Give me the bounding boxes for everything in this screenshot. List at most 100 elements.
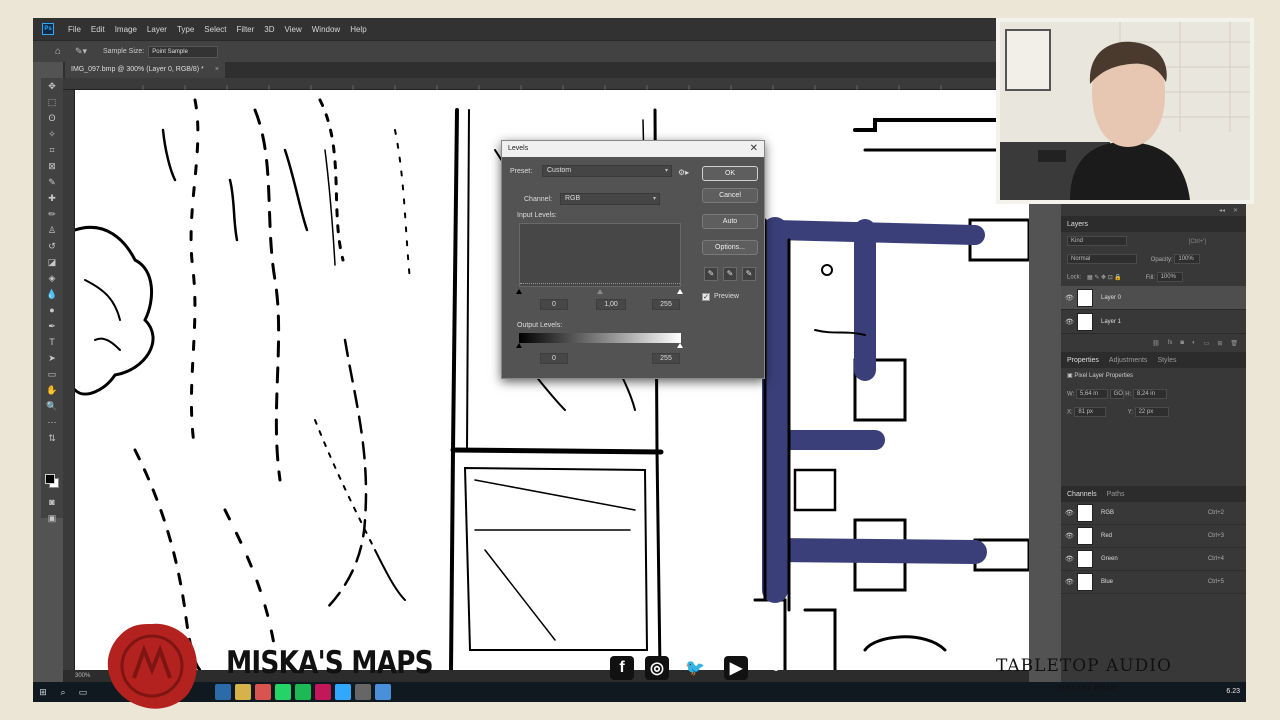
- preset-select[interactable]: Custom ▾: [542, 165, 672, 177]
- black-point-eyedropper-icon[interactable]: ✎: [704, 267, 718, 281]
- healing-brush-tool-icon[interactable]: ✚: [41, 190, 63, 206]
- output-black-field[interactable]: 0: [540, 353, 568, 364]
- channel-row[interactable]: 👁 Green Ctrl+4: [1061, 548, 1246, 571]
- width-field[interactable]: 5,64 in: [1075, 389, 1108, 399]
- history-brush-tool-icon[interactable]: ↺: [41, 238, 63, 254]
- opacity-field[interactable]: 100%: [1174, 254, 1201, 264]
- tab-channels[interactable]: Channels: [1067, 491, 1097, 498]
- layer-row[interactable]: 👁 Layer 1: [1061, 310, 1246, 334]
- zoom-level[interactable]: 300%: [75, 673, 90, 679]
- ok-button[interactable]: OK: [702, 166, 758, 181]
- visibility-eye-icon[interactable]: 👁: [1065, 509, 1077, 517]
- input-black-field[interactable]: 0: [540, 299, 568, 310]
- channel-row[interactable]: 👁 RGB Ctrl+2: [1061, 502, 1246, 525]
- gray-point-eyedropper-icon[interactable]: ✎: [723, 267, 737, 281]
- visibility-eye-icon[interactable]: 👁: [1065, 318, 1077, 326]
- sample-size-select[interactable]: Point Sample: [148, 45, 219, 58]
- tab-adjustments[interactable]: Adjustments: [1109, 357, 1148, 364]
- file-explorer-icon[interactable]: [235, 684, 251, 700]
- layer-row[interactable]: 👁 Layer 0: [1061, 286, 1246, 310]
- lasso-tool-icon[interactable]: ʘ: [41, 110, 63, 126]
- new-layer-icon[interactable]: ⊞: [1217, 340, 1222, 347]
- fill-field[interactable]: 100%: [1156, 272, 1183, 282]
- preset-options-gear-icon[interactable]: ⚙▸: [678, 168, 689, 177]
- new-group-icon[interactable]: ▭: [1204, 340, 1210, 347]
- visibility-eye-icon[interactable]: 👁: [1065, 532, 1077, 540]
- height-field[interactable]: 8,24 in: [1132, 389, 1167, 399]
- tab-layers[interactable]: Layers: [1067, 221, 1088, 228]
- link-layers-icon[interactable]: ⛓: [1152, 340, 1160, 347]
- output-white-slider[interactable]: [677, 343, 683, 348]
- move-tool-icon[interactable]: ✥: [41, 78, 63, 94]
- windows-start-icon[interactable]: ⊞: [33, 682, 53, 702]
- more-tools-icon[interactable]: ⋯: [41, 414, 63, 430]
- tab-properties[interactable]: Properties: [1067, 357, 1099, 364]
- frame-tool-icon[interactable]: ⊠: [41, 158, 63, 174]
- y-field[interactable]: 22 px: [1134, 407, 1169, 417]
- menu-window[interactable]: Window: [307, 25, 345, 34]
- layer-kind-filter[interactable]: Kind: [1067, 236, 1127, 246]
- eraser-tool-icon[interactable]: ◪: [41, 254, 63, 270]
- link-proportions-button[interactable]: GO: [1109, 389, 1124, 399]
- collapse-panels-icon[interactable]: ◂◂: [1219, 207, 1225, 214]
- chrome-app-icon[interactable]: [255, 684, 271, 700]
- x-field[interactable]: 81 px: [1074, 407, 1107, 417]
- auto-button[interactable]: Auto: [702, 214, 758, 229]
- visibility-eye-icon[interactable]: 👁: [1065, 294, 1077, 302]
- input-gamma-field[interactable]: 1,00: [596, 299, 626, 310]
- search-icon[interactable]: ⌕: [53, 682, 73, 702]
- eyedropper-tool-icon[interactable]: ✎: [41, 174, 63, 190]
- menu-help[interactable]: Help: [345, 25, 371, 34]
- fx-icon[interactable]: fx: [1168, 340, 1173, 346]
- foreground-color-swatch[interactable]: [45, 474, 55, 484]
- screen-mode-icon[interactable]: ▣: [41, 510, 63, 526]
- add-mask-icon[interactable]: ◙: [1180, 340, 1184, 346]
- document-tab[interactable]: IMG_097.bmp @ 300% (Layer 0, RGB/8) * ×: [65, 62, 225, 78]
- photoshop-app-icon[interactable]: [335, 684, 351, 700]
- menu-3d[interactable]: 3D: [259, 25, 279, 34]
- input-gamma-slider[interactable]: [597, 289, 603, 294]
- marquee-tool-icon[interactable]: ⬚: [41, 94, 63, 110]
- tab-styles[interactable]: Styles: [1157, 357, 1176, 364]
- crop-tool-icon[interactable]: ⌗: [41, 142, 63, 158]
- paint-bucket-tool-icon[interactable]: ◈: [41, 270, 63, 286]
- menu-filter[interactable]: Filter: [232, 25, 260, 34]
- dodge-tool-icon[interactable]: ●: [41, 302, 63, 318]
- delete-layer-icon[interactable]: 🗑: [1230, 340, 1238, 347]
- menu-image[interactable]: Image: [110, 25, 142, 34]
- close-tab-icon[interactable]: ×: [215, 62, 219, 78]
- home-icon[interactable]: ⌂: [49, 43, 67, 61]
- rectangle-tool-icon[interactable]: ▭: [41, 366, 63, 382]
- quick-select-tool-icon[interactable]: ✧: [41, 126, 63, 142]
- tab-paths[interactable]: Paths: [1107, 491, 1125, 498]
- options-button[interactable]: Options...: [702, 240, 758, 255]
- white-point-eyedropper-icon[interactable]: ✎: [742, 267, 756, 281]
- whatsapp-app-icon[interactable]: [275, 684, 291, 700]
- visibility-eye-icon[interactable]: 👁: [1065, 555, 1077, 563]
- blur-tool-icon[interactable]: 💧: [41, 286, 63, 302]
- channel-row[interactable]: 👁 Red Ctrl+3: [1061, 525, 1246, 548]
- output-black-slider[interactable]: [516, 343, 522, 348]
- spotify-app-icon[interactable]: [295, 684, 311, 700]
- output-white-field[interactable]: 255: [652, 353, 680, 364]
- brush-tool-icon[interactable]: ✏: [41, 206, 63, 222]
- menu-select[interactable]: Select: [199, 25, 231, 34]
- indesign-app-icon[interactable]: [315, 684, 331, 700]
- close-icon[interactable]: ✕: [750, 141, 758, 157]
- preview-checkbox[interactable]: ✓: [702, 293, 710, 301]
- quick-mask-icon[interactable]: ◙: [41, 494, 63, 510]
- lock-icons[interactable]: ▦ ✎ ✥ ⊡ 🔒: [1087, 275, 1122, 281]
- menu-type[interactable]: Type: [172, 25, 199, 34]
- type-tool-icon[interactable]: T: [41, 334, 63, 350]
- task-view-icon[interactable]: ▭: [73, 682, 93, 702]
- cancel-button[interactable]: Cancel: [702, 188, 758, 203]
- edge-app-icon[interactable]: [215, 684, 231, 700]
- menu-edit[interactable]: Edit: [86, 25, 110, 34]
- close-panels-icon[interactable]: ✕: [1233, 207, 1238, 214]
- zoom-tool-icon[interactable]: 🔍: [41, 398, 63, 414]
- visibility-eye-icon[interactable]: 👁: [1065, 578, 1077, 586]
- clone-stamp-tool-icon[interactable]: ♙: [41, 222, 63, 238]
- app-icon[interactable]: [375, 684, 391, 700]
- channel-select[interactable]: RGB ▾: [560, 193, 660, 205]
- taskbar-clock[interactable]: 6.23: [1226, 682, 1240, 702]
